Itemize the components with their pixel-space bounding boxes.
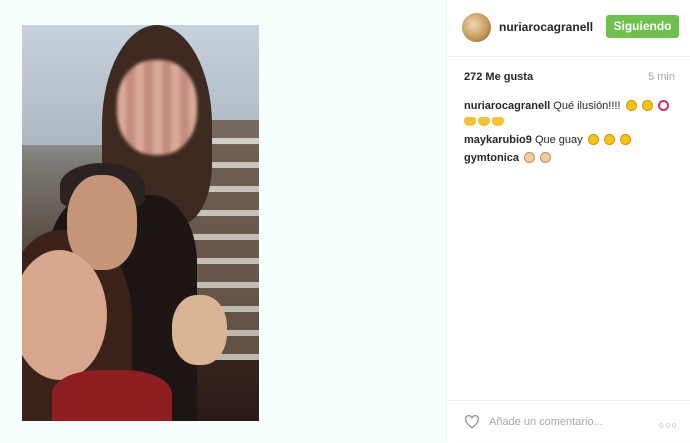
clap-emoji-icon bbox=[540, 152, 552, 163]
cat-emoji-row bbox=[464, 116, 679, 128]
more-options-icon[interactable]: ○○○ bbox=[659, 420, 678, 430]
post-sidebar: nuriarocagranell Siguiendo 272 Me gusta … bbox=[446, 0, 690, 442]
kiss-emoji-icon bbox=[619, 134, 631, 145]
cat-emoji-icon bbox=[492, 117, 504, 126]
heart-eyes-emoji-icon bbox=[625, 100, 637, 111]
comment-input[interactable]: Añade un comentario... bbox=[489, 416, 603, 428]
comment: gymtonica bbox=[464, 152, 679, 164]
clap-emoji-icon bbox=[524, 152, 536, 163]
kiss-emoji-icon bbox=[587, 134, 599, 145]
cat-emoji-icon bbox=[464, 117, 476, 126]
post-photo[interactable] bbox=[22, 25, 259, 421]
comment-text: Qué ilusión!!!! bbox=[553, 100, 621, 112]
cat-emoji-icon bbox=[478, 117, 490, 126]
heart-outline-icon[interactable] bbox=[464, 415, 480, 429]
comment-bar: Añade un comentario... ○○○ bbox=[447, 400, 690, 443]
photo-area bbox=[0, 0, 446, 442]
comment-user[interactable]: nuriarocagranell bbox=[464, 100, 550, 112]
blurred-face bbox=[117, 60, 197, 155]
likes-count[interactable]: 272 Me gusta bbox=[464, 71, 533, 83]
kiss-emoji-icon bbox=[641, 100, 653, 111]
lollipop-emoji-icon bbox=[657, 100, 669, 111]
comment: nuriarocagranell Qué ilusión!!!! bbox=[464, 100, 679, 128]
comment-user[interactable]: maykarubio9 bbox=[464, 134, 532, 146]
kiss-emoji-icon bbox=[603, 134, 615, 145]
post-header: nuriarocagranell Siguiendo bbox=[447, 0, 690, 57]
comment: maykarubio9 Que guay bbox=[464, 134, 679, 146]
comment-user[interactable]: gymtonica bbox=[464, 152, 519, 164]
avatar[interactable] bbox=[462, 13, 491, 42]
following-button[interactable]: Siguiendo bbox=[606, 15, 679, 38]
post-username[interactable]: nuriarocagranell bbox=[499, 20, 593, 34]
comment-text: Que guay bbox=[534, 134, 583, 146]
post-time: 5 min bbox=[648, 71, 675, 83]
